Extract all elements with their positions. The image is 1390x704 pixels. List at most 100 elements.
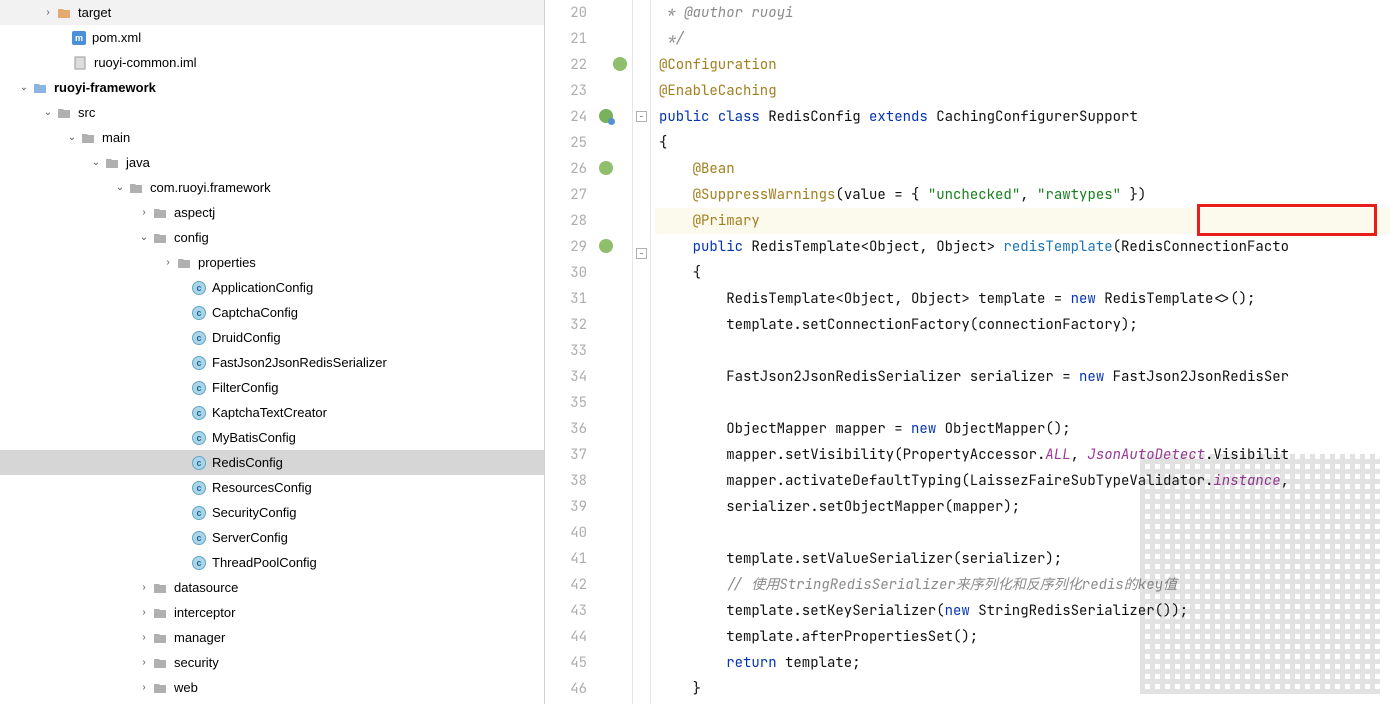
- project-tree[interactable]: ›targetmpom.xmlruoyi-common.iml⌄ruoyi-fr…: [0, 0, 545, 704]
- code-line[interactable]: public RedisTemplate<Object, Object> red…: [655, 234, 1390, 260]
- tree-item-manager[interactable]: ›manager: [0, 625, 544, 650]
- tree-item-properties[interactable]: ›properties: [0, 250, 544, 275]
- chevron-right-icon[interactable]: ›: [160, 255, 176, 271]
- tree-item-serverconfig[interactable]: cServerConfig: [0, 525, 544, 550]
- chevron-down-icon[interactable]: ⌄: [112, 180, 128, 196]
- tree-item-filterconfig[interactable]: cFilterConfig: [0, 375, 544, 400]
- code-area[interactable]: * @author ruoyi */@Configuration@EnableC…: [651, 0, 1390, 704]
- line-number: 25: [545, 130, 587, 156]
- tree-item-applicationconfig[interactable]: cApplicationConfig: [0, 275, 544, 300]
- toggle-spacer: [176, 555, 192, 571]
- fold-slot: [633, 482, 650, 508]
- code-line[interactable]: @SuppressWarnings(value = { "unchecked",…: [655, 182, 1390, 208]
- tree-item-mybatisconfig[interactable]: cMyBatisConfig: [0, 425, 544, 450]
- tree-item-redisconfig[interactable]: cRedisConfig: [0, 450, 544, 475]
- tree-item-datasource[interactable]: ›datasource: [0, 575, 544, 600]
- tree-item-kaptchatextcreator[interactable]: cKaptchaTextCreator: [0, 400, 544, 425]
- folder-icon: [152, 580, 168, 596]
- tree-item-aspectj[interactable]: ›aspectj: [0, 200, 544, 225]
- tree-item-main[interactable]: ⌄main: [0, 125, 544, 150]
- tree-item-ruoyi-framework[interactable]: ⌄ruoyi-framework: [0, 75, 544, 100]
- code-line[interactable]: @Configuration: [655, 52, 1390, 78]
- chevron-right-icon[interactable]: ›: [136, 580, 152, 596]
- tree-item-pom-xml[interactable]: mpom.xml: [0, 25, 544, 50]
- tree-item-config[interactable]: ⌄ config: [0, 225, 544, 250]
- tree-label: web: [174, 680, 198, 695]
- code-line[interactable]: @Bean: [655, 156, 1390, 182]
- line-number: 34: [545, 364, 587, 390]
- chevron-down-icon[interactable]: ⌄: [136, 230, 152, 246]
- tree-item-threadpoolconfig[interactable]: cThreadPoolConfig: [0, 550, 544, 575]
- chevron-down-icon[interactable]: ⌄: [88, 155, 104, 171]
- tree-label: config: [174, 230, 209, 245]
- spring-bean-icon[interactable]: [599, 239, 613, 253]
- tree-item-java[interactable]: ⌄ java: [0, 150, 544, 175]
- chevron-right-icon[interactable]: ›: [136, 630, 152, 646]
- code-line[interactable]: public class RedisConfig extends Caching…: [655, 104, 1390, 130]
- editor-pane[interactable]: 2021222324252627282930313233343536373839…: [545, 0, 1390, 704]
- java-class-icon: c: [192, 481, 206, 495]
- tree-label: java: [126, 155, 150, 170]
- tree-item-security[interactable]: ›security: [0, 650, 544, 675]
- code-line[interactable]: mapper.activateDefaultTyping(LaissezFair…: [655, 468, 1390, 494]
- tree-item-ruoyi-common-iml[interactable]: ruoyi-common.iml: [0, 50, 544, 75]
- fold-slot: [633, 300, 650, 326]
- chevron-right-icon[interactable]: ›: [136, 205, 152, 221]
- implements-icon[interactable]: [599, 109, 613, 123]
- code-line[interactable]: template.setValueSerializer(serializer);: [655, 546, 1390, 572]
- folder-icon: [152, 655, 168, 671]
- code-line[interactable]: [655, 520, 1390, 546]
- fold-slot[interactable]: −: [633, 111, 650, 137]
- code-line[interactable]: @Primary: [655, 208, 1390, 234]
- code-line[interactable]: template.setConnectionFactory(connection…: [655, 312, 1390, 338]
- gutter-mark-slot: [595, 494, 632, 520]
- chevron-down-icon[interactable]: ⌄: [16, 80, 32, 96]
- tree-label: ServerConfig: [212, 530, 288, 545]
- code-line[interactable]: return template;: [655, 650, 1390, 676]
- code-line[interactable]: [655, 338, 1390, 364]
- tree-item-interceptor[interactable]: ›interceptor: [0, 600, 544, 625]
- fold-strip[interactable]: −−: [633, 0, 651, 704]
- gutter-mark-slot: [595, 156, 632, 182]
- code-line[interactable]: FastJson2JsonRedisSerializer serializer …: [655, 364, 1390, 390]
- tree-item-com-ruoyi-framework[interactable]: ⌄com.ruoyi.framework: [0, 175, 544, 200]
- code-line[interactable]: // 使用StringRedisSerializer来序列化和反序列化redis…: [655, 572, 1390, 598]
- code-line[interactable]: */: [655, 26, 1390, 52]
- code-line[interactable]: mapper.setVisibility(PropertyAccessor.AL…: [655, 442, 1390, 468]
- code-line[interactable]: template.setKeySerializer(new StringRedi…: [655, 598, 1390, 624]
- chevron-down-icon[interactable]: ⌄: [64, 130, 80, 146]
- tree-item-fastjson2jsonredisserializer[interactable]: cFastJson2JsonRedisSerializer: [0, 350, 544, 375]
- chevron-down-icon[interactable]: ⌄: [40, 105, 56, 121]
- chevron-right-icon[interactable]: ›: [136, 680, 152, 696]
- chevron-right-icon[interactable]: ›: [136, 655, 152, 671]
- tree-item-web[interactable]: › web: [0, 675, 544, 700]
- tree-label: CaptchaConfig: [212, 305, 298, 320]
- code-line[interactable]: RedisTemplate<Object, Object> template =…: [655, 286, 1390, 312]
- code-line[interactable]: template.afterPropertiesSet();: [655, 624, 1390, 650]
- fold-collapse-icon[interactable]: −: [636, 248, 647, 259]
- fold-collapse-icon[interactable]: −: [636, 111, 647, 122]
- fold-slot: [633, 560, 650, 586]
- code-line[interactable]: {: [655, 130, 1390, 156]
- tree-item-captchaconfig[interactable]: cCaptchaConfig: [0, 300, 544, 325]
- tree-item-resourcesconfig[interactable]: cResourcesConfig: [0, 475, 544, 500]
- code-line[interactable]: ObjectMapper mapper = new ObjectMapper()…: [655, 416, 1390, 442]
- tree-item-securityconfig[interactable]: cSecurityConfig: [0, 500, 544, 525]
- override-icon[interactable]: [613, 57, 627, 71]
- fold-slot[interactable]: −: [633, 248, 650, 274]
- java-class-icon: c: [192, 556, 206, 570]
- code-line[interactable]: [655, 390, 1390, 416]
- tree-item-druidconfig[interactable]: cDruidConfig: [0, 325, 544, 350]
- chevron-right-icon[interactable]: ›: [136, 605, 152, 621]
- tree-item-target[interactable]: ›target: [0, 0, 544, 25]
- line-number: 22: [545, 52, 587, 78]
- chevron-right-icon[interactable]: ›: [40, 5, 56, 21]
- code-line[interactable]: @EnableCaching: [655, 78, 1390, 104]
- code-line[interactable]: * @author ruoyi: [655, 0, 1390, 26]
- code-line[interactable]: {: [655, 260, 1390, 286]
- folder-icon: [152, 680, 168, 696]
- code-line[interactable]: }: [655, 676, 1390, 702]
- tree-item-src[interactable]: ⌄src: [0, 100, 544, 125]
- code-line[interactable]: serializer.setObjectMapper(mapper);: [655, 494, 1390, 520]
- spring-bean-icon[interactable]: [599, 161, 613, 175]
